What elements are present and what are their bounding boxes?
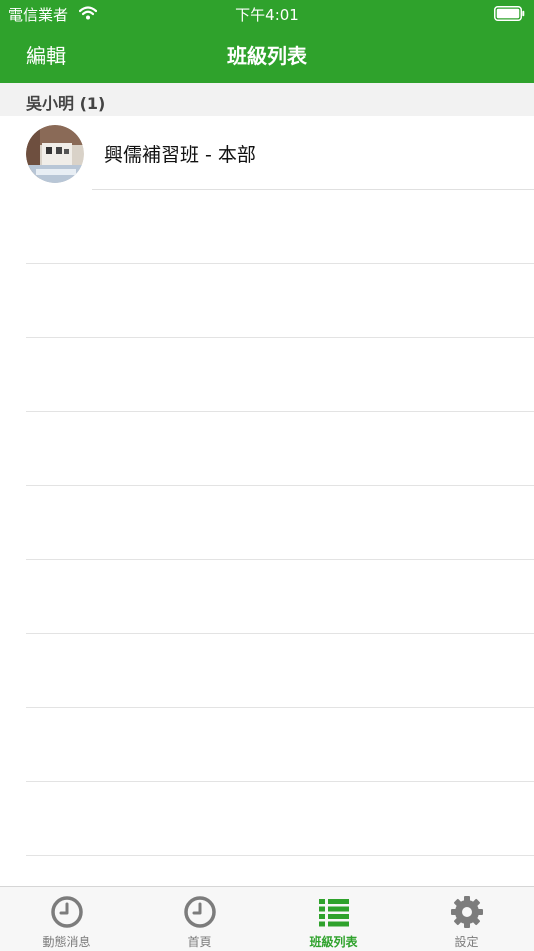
tab-label: 動態消息 — [42, 935, 91, 949]
list-divider — [26, 485, 534, 486]
class-avatar — [26, 125, 84, 183]
tab-label: 設定 — [454, 935, 479, 949]
row-divider — [92, 189, 534, 190]
list-icon — [318, 899, 349, 927]
tab-class-list[interactable]: 班級列表 — [267, 887, 400, 951]
clock-icon — [183, 896, 216, 928]
clock-icon — [50, 896, 83, 928]
header: 電信業者 下午4:01 編輯 班級列表 — [0, 0, 534, 83]
tab-label: 首頁 — [187, 935, 212, 949]
list-divider — [26, 263, 534, 264]
nav-bar: 編輯 班級列表 — [0, 28, 534, 83]
tab-home[interactable]: 首頁 — [133, 887, 266, 951]
tab-bar: 動態消息 首頁 班級列表 設定 — [0, 886, 534, 951]
status-time: 下午4:01 — [235, 6, 299, 24]
list-divider — [26, 633, 534, 634]
list-divider — [26, 411, 534, 412]
list-divider — [26, 781, 534, 782]
battery-icon — [494, 6, 525, 21]
list-divider — [26, 337, 534, 338]
list-divider — [26, 855, 534, 856]
section-title: 吳小明 (1) — [26, 94, 106, 113]
class-row[interactable]: 興儒補習班 - 本部 — [0, 116, 534, 190]
tab-settings[interactable]: 設定 — [400, 887, 533, 951]
tab-news[interactable]: 動態消息 — [0, 887, 133, 951]
list-divider — [26, 707, 534, 708]
list-divider — [26, 559, 534, 560]
tab-label: 班級列表 — [309, 935, 358, 949]
page-title: 班級列表 — [227, 44, 307, 68]
class-name: 興儒補習班 - 本部 — [104, 144, 256, 166]
status-bar: 電信業者 下午4:01 — [0, 0, 534, 28]
gear-icon — [450, 896, 483, 928]
section-header: 吳小明 (1) — [0, 83, 534, 116]
